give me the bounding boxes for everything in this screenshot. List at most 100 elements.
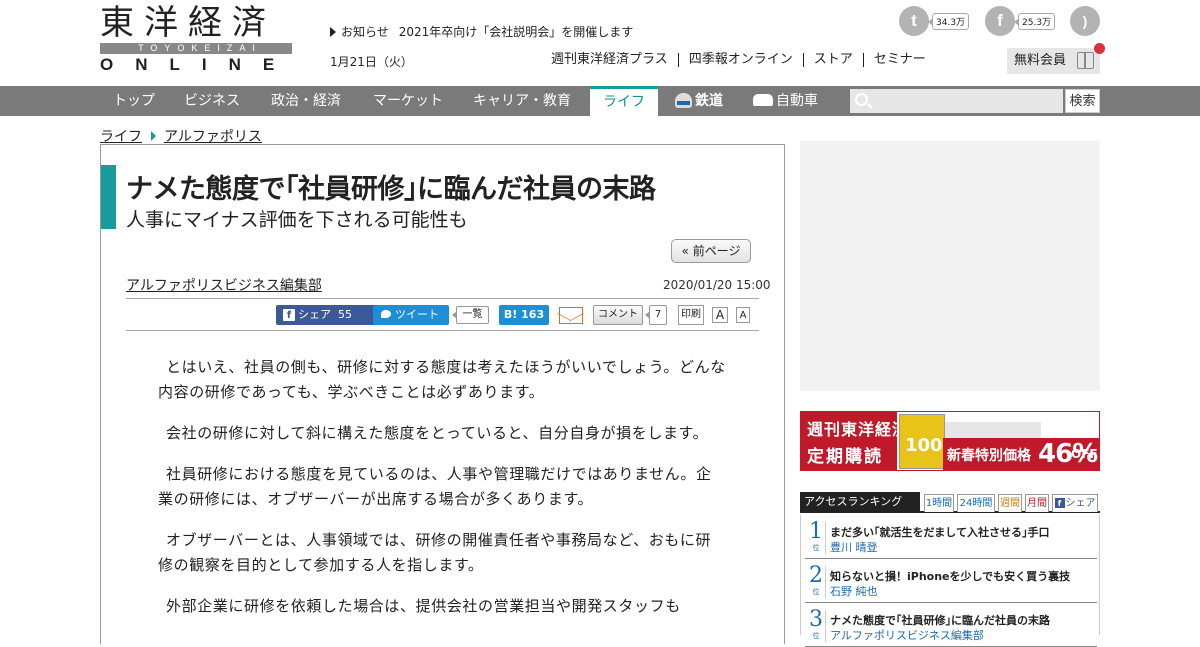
- subscription-banner[interactable]: 週刊東洋経済 定期購読 100 新春特別価格 46% OFF: [800, 411, 1100, 471]
- fb-share-count: 55: [338, 308, 352, 321]
- facebook-icon: f: [985, 6, 1015, 36]
- font-small-button[interactable]: A: [736, 307, 750, 323]
- tweet-button[interactable]: ツイート: [373, 305, 449, 325]
- nav-item-car[interactable]: 自動車: [753, 86, 818, 116]
- gift-icon: [1077, 52, 1094, 69]
- car-icon: [753, 94, 773, 106]
- hatena-icon: B!: [503, 308, 518, 321]
- divider: [825, 522, 826, 554]
- tab-24hours[interactable]: 24時間: [957, 494, 995, 512]
- hatena-count: 163: [521, 308, 545, 321]
- article-subtitle: 人事にマイナス評価を下される可能性も: [126, 209, 468, 231]
- breadcrumb: ライフ アルファポリス: [100, 126, 262, 146]
- ad-slot[interactable]: [800, 141, 1100, 391]
- logo-kanji: 東洋経済: [100, 3, 276, 43]
- search-input[interactable]: [874, 89, 1063, 113]
- logo-latin: TOYOKEIZAI: [100, 43, 292, 54]
- twitter-count: 34.3万: [927, 12, 970, 30]
- rss-link[interactable]: ): [1070, 6, 1100, 36]
- search-button[interactable]: 検索: [1065, 89, 1100, 113]
- nav-item-politics[interactable]: 政治・経済: [271, 86, 341, 116]
- ranking-item-title[interactable]: ナメた態度で｢社員研修｣に臨んだ社員の末路: [830, 612, 1050, 628]
- ranking-item-title[interactable]: まだ多い｢就活生をだまして入社させる｣手口: [830, 524, 1049, 540]
- article-title: ナメた態度で｢社員研修｣に臨んだ社員の末路: [126, 174, 656, 205]
- nav-item-career[interactable]: キャリア・教育: [473, 86, 571, 116]
- nav-item-life[interactable]: ライフ: [590, 86, 658, 116]
- facebook-icon: f: [283, 309, 295, 321]
- access-ranking: アクセスランキング 1時間 24時間 週間 月間 f シェア 1 位 まだ多い｢就…: [800, 492, 1100, 647]
- ranking-item[interactable]: 3 位 ナメた態度で｢社員研修｣に臨んだ社員の末路 アルファポリスビジネス編集部: [805, 607, 1097, 647]
- nav-item-business[interactable]: ビジネス: [184, 86, 240, 116]
- nav-item-top[interactable]: トップ: [113, 86, 155, 116]
- twitter-icon: t: [899, 6, 929, 36]
- top-link-seminar[interactable]: セミナー: [862, 53, 936, 67]
- tab-1hour[interactable]: 1時間: [924, 494, 954, 512]
- search-icon: [855, 93, 868, 106]
- hatena-bookmark-button[interactable]: B! 163: [499, 305, 549, 325]
- ranking-item-author[interactable]: 豊川 晴登: [830, 539, 878, 555]
- prev-page-button[interactable]: « 前ページ: [671, 239, 751, 263]
- rss-icon: ): [1070, 6, 1100, 36]
- banner-badge-number: 100: [905, 435, 943, 456]
- breadcrumb-alphapolis[interactable]: アルファポリス: [164, 129, 262, 145]
- rank-number: 1: [809, 519, 823, 544]
- ranking-item-author[interactable]: 石野 純也: [830, 583, 878, 599]
- divider: [825, 566, 826, 598]
- rank-suffix: 位: [812, 632, 820, 640]
- notice-label: お知らせ: [341, 25, 389, 39]
- arrow-right-icon: [330, 27, 336, 37]
- tweet-list-link[interactable]: 一覧: [452, 306, 489, 324]
- print-button[interactable]: 印刷: [678, 305, 704, 325]
- nav-item-railway[interactable]: 鉄道: [675, 86, 723, 116]
- comment-button[interactable]: コメント: [593, 305, 643, 325]
- nav-item-market[interactable]: マーケット: [373, 86, 443, 116]
- twitter-follow[interactable]: t 34.3万: [899, 6, 970, 36]
- twitter-icon: [381, 310, 391, 318]
- title-accent-bar: [101, 165, 116, 229]
- top-links: 週刊東洋経済プラス 四季報オンライン ストア セミナー: [551, 53, 936, 67]
- free-member-button[interactable]: 無料会員: [1007, 43, 1105, 74]
- magazine-cover-image: 100: [899, 414, 945, 469]
- rank-suffix: 位: [812, 588, 820, 596]
- tab-share[interactable]: f シェア: [1052, 494, 1098, 512]
- breadcrumb-separator-icon: [151, 131, 156, 141]
- published-date: 2020/01/20 15:00: [663, 278, 771, 292]
- mail-icon[interactable]: [559, 307, 583, 324]
- banner-offer-suffix: OFF: [1071, 447, 1098, 461]
- top-link-store[interactable]: ストア: [802, 53, 863, 67]
- ranking-item[interactable]: 2 位 知らないと損！iPhoneを少しでも安く買う裏技 石野 純也: [805, 563, 1097, 603]
- main-nav: トップ ビジネス 政治・経済 マーケット キャリア・教育 ライフ 鉄道 自動車 …: [0, 86, 1200, 116]
- notice-text: 2021年卒向け「会社説明会」を開催します: [398, 25, 634, 39]
- rank-suffix: 位: [812, 544, 820, 552]
- article-body: とはいえ、社員の側も、研修に対する態度は考えたほうがいいでしょう。どんな内容の研…: [158, 355, 726, 635]
- article-paragraph: オブザーバーとは、人事領域では、研修の開催責任者や事務局など、おもに研修の観察を…: [158, 531, 712, 574]
- divider: [825, 610, 826, 642]
- divider: [126, 330, 759, 331]
- article-paragraph: 会社の研修に対して斜に構えた態度をとっていると、自分自身が損をします。: [166, 424, 709, 442]
- article: ナメた態度で｢社員研修｣に臨んだ社員の末路 人事にマイナス評価を下される可能性も…: [100, 144, 785, 644]
- banner-title-block: 週刊東洋経済 定期購読: [801, 412, 908, 470]
- search-box: [850, 89, 1063, 113]
- article-author[interactable]: アルファポリスビジネス編集部: [126, 275, 322, 295]
- notice-link[interactable]: お知らせ 2021年卒向け「会社説明会」を開催します: [330, 23, 633, 40]
- breadcrumb-life[interactable]: ライフ: [100, 129, 142, 145]
- banner-title-line1: 週刊東洋経済: [807, 420, 910, 439]
- divider: [126, 298, 759, 299]
- facebook-icon: f: [1054, 498, 1065, 508]
- tab-share-label: シェア: [1065, 498, 1096, 509]
- ranking-item[interactable]: 1 位 まだ多い｢就活生をだまして入社させる｣手口 豊川 晴登: [805, 519, 1097, 559]
- banner-offer: 新春特別価格 46% OFF: [943, 438, 1099, 470]
- nav-car-label: 自動車: [776, 93, 818, 109]
- site-logo[interactable]: 東洋経済 TOYOKEIZAI ONLINE: [100, 3, 292, 74]
- tab-weekly[interactable]: 週間: [998, 494, 1022, 512]
- notification-dot: [1094, 43, 1105, 54]
- fb-share-label: シェア: [298, 308, 331, 321]
- facebook-follow[interactable]: f 25.3万: [985, 6, 1056, 36]
- ranking-item-author[interactable]: アルファポリスビジネス編集部: [830, 627, 984, 643]
- top-link-shikiho[interactable]: 四季報オンライン: [677, 53, 803, 67]
- nav-railway-label: 鉄道: [695, 93, 723, 109]
- ranking-item-title[interactable]: 知らないと損！iPhoneを少しでも安く買う裏技: [830, 568, 1070, 584]
- font-large-button[interactable]: A: [712, 307, 728, 323]
- tab-monthly[interactable]: 月間: [1025, 494, 1049, 512]
- top-link-weekly-plus[interactable]: 週刊東洋経済プラス: [551, 53, 678, 67]
